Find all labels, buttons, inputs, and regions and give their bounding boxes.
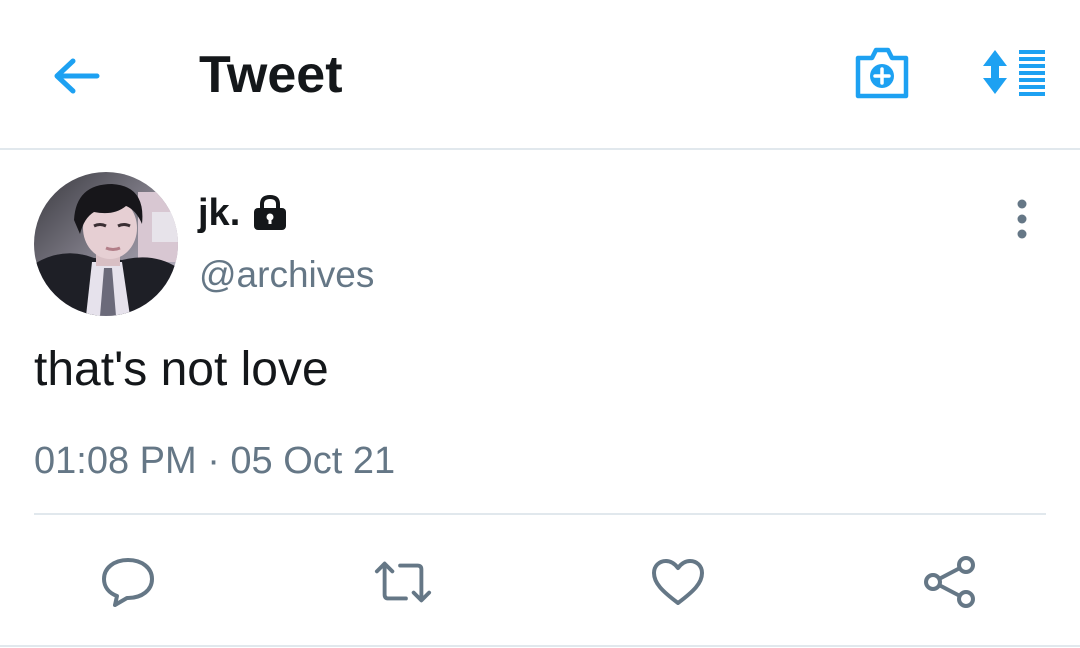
camera-button[interactable]: [850, 40, 914, 104]
retweet-button[interactable]: [373, 552, 433, 612]
share-button[interactable]: [920, 552, 980, 612]
share-icon: [924, 556, 975, 608]
tweet-text: that's not love: [34, 343, 329, 396]
more-vertical-icon: [1017, 199, 1027, 239]
reply-button[interactable]: [98, 552, 158, 612]
camera-plus-icon: [855, 47, 909, 99]
back-button[interactable]: [48, 48, 104, 104]
retweet-icon: [374, 561, 432, 603]
avatar[interactable]: [34, 172, 178, 316]
author-name-row: jk.: [198, 188, 290, 238]
arrow-left-icon: [54, 58, 100, 94]
tweet-timestamp[interactable]: 01:08 PM · 05 Oct 21: [34, 436, 395, 486]
page-title: Tweet: [199, 46, 343, 104]
more-options-button[interactable]: [1002, 194, 1042, 244]
author-handle[interactable]: @archives: [199, 252, 374, 298]
bottom-divider: [0, 645, 1080, 647]
comment-icon: [102, 558, 154, 607]
heart-icon: [652, 559, 704, 605]
sort-button[interactable]: [976, 40, 1052, 104]
top-app-bar: Tweet: [0, 0, 1080, 150]
lock-icon: [250, 195, 290, 231]
divider: [34, 513, 1046, 515]
like-button[interactable]: [648, 552, 708, 612]
avatar-photo: [34, 172, 178, 316]
sort-list-icon: [983, 50, 1045, 96]
display-name[interactable]: jk.: [198, 192, 240, 235]
